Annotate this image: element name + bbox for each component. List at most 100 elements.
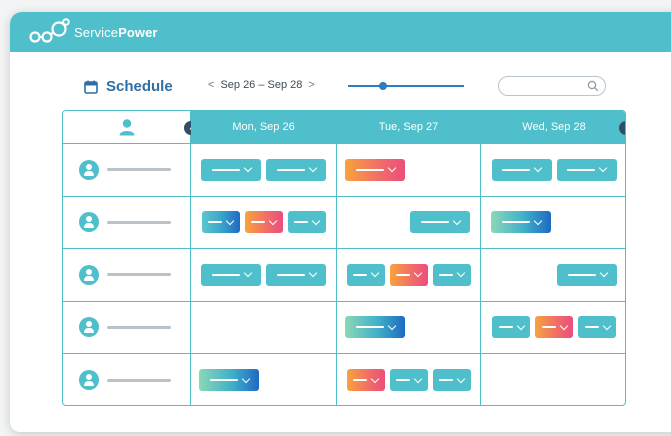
user-avatar-icon [79,264,99,285]
job-dropdown[interactable] [535,316,573,339]
job-dropdown[interactable] [410,211,470,234]
job-dropdown[interactable] [201,263,261,286]
job-label-placeholder [211,273,240,276]
app-header: ServicePower [10,12,671,52]
schedule-cell-wed[interactable] [481,197,625,249]
job-label-placeholder [439,379,453,382]
resource-row-header [63,354,191,405]
next-day-button[interactable]: › [619,121,625,135]
brand-name-bold: Power [118,24,158,40]
user-avatar-icon [79,317,99,338]
calendar-icon [84,80,98,94]
resource-name-placeholder [107,325,171,329]
job-dropdown[interactable] [556,158,617,181]
zoom-slider-handle[interactable] [378,82,387,90]
job-dropdown[interactable] [432,369,471,392]
job-dropdown[interactable] [346,369,385,392]
schedule-cell-wed[interactable] [481,144,625,197]
job-label-placeholder [420,221,449,224]
job-label-placeholder [251,221,265,224]
chevron-down-icon [308,269,317,278]
job-dropdown[interactable] [492,316,530,339]
column-header-wed: Wed, Sep 28 › [481,111,625,144]
job-dropdown[interactable] [201,158,261,181]
job-dropdown[interactable] [491,211,551,234]
user-avatar-icon [79,370,99,391]
column-header-mon: Mon, Sep 26 [191,111,337,144]
job-dropdown[interactable] [346,263,385,286]
job-label-placeholder [502,168,530,171]
resource-name-placeholder [107,273,171,277]
job-label-placeholder [209,379,238,382]
schedule-cell-tue[interactable] [337,354,481,405]
servicepower-logo-icon [28,17,72,47]
chevron-down-icon [413,374,423,383]
job-label-placeholder [567,168,595,171]
schedule-cell-tue[interactable] [337,144,481,197]
chevron-down-icon [243,164,252,173]
job-dropdown[interactable] [345,158,405,181]
column-header-tue: Tue, Sep 27 [337,111,481,144]
schedule-cell-mon[interactable] [191,144,337,197]
schedule-cell-tue[interactable] [337,196,481,249]
job-label-placeholder [501,221,530,224]
user-avatar-icon [79,159,99,180]
job-dropdown[interactable] [491,158,552,181]
chevron-down-icon [456,374,466,383]
job-label-placeholder [294,221,308,224]
date-range-label: Sep 26 – Sep 28 [220,79,303,91]
chevron-down-icon [311,216,321,225]
brand-name: ServicePower [74,25,158,40]
schedule-cell-tue[interactable] [337,301,481,354]
resource-row-header [63,249,191,302]
brand-name-light: Service [74,24,119,40]
schedule-cell-mon[interactable] [191,301,337,354]
user-avatar-icon [79,212,99,233]
page-title: Schedule [84,78,173,95]
schedule-cell-wed[interactable] [481,302,625,354]
schedule-grid: ‹ Mon, Sep 26 Tue, Sep 27 Wed, Sep 28 › [62,110,626,406]
job-dropdown[interactable] [345,316,405,339]
chevron-down-icon [602,321,611,330]
job-label-placeholder [211,168,240,171]
schedule-cell-mon[interactable] [191,249,337,302]
search-icon [587,80,599,92]
job-dropdown[interactable] [432,263,471,286]
chevron-down-icon [308,164,317,173]
schedule-cell-wed[interactable] [481,249,625,302]
chevron-down-icon [370,269,380,278]
chevron-down-icon [598,164,608,173]
job-dropdown[interactable] [389,369,428,392]
search-input[interactable] [498,76,606,96]
schedule-cell-tue[interactable] [337,249,481,302]
job-dropdown[interactable] [389,263,428,286]
chevron-down-icon [413,269,423,278]
resource-row-header [63,144,191,197]
job-dropdown[interactable] [201,211,240,234]
job-dropdown[interactable] [557,263,617,286]
schedule-cell-wed[interactable] [481,354,625,405]
next-range-button[interactable]: > [308,79,314,91]
resource-row-header [63,196,191,249]
job-dropdown[interactable] [266,158,326,181]
job-dropdown[interactable] [244,211,283,234]
resource-name-placeholder [107,378,171,382]
date-range-nav: < Sep 26 – Sep 28 > [208,79,315,91]
resource-name-placeholder [107,220,171,224]
job-dropdown[interactable] [287,211,326,234]
chevron-down-icon [243,269,252,278]
job-dropdown[interactable] [199,369,259,392]
prev-range-button[interactable]: < [208,79,214,91]
app-window: ServicePower Schedule < Sep 26 – Sep 28 … [10,12,671,432]
job-label-placeholder [353,379,367,382]
job-dropdown[interactable] [578,316,616,339]
job-label-placeholder [498,326,513,329]
schedule-cell-mon[interactable] [191,354,337,405]
zoom-slider[interactable] [348,82,464,90]
schedule-cell-mon[interactable] [191,196,337,249]
job-label-placeholder [541,326,556,329]
resource-column-header: ‹ [63,111,198,144]
job-label-placeholder [396,379,410,382]
job-label-placeholder [396,273,410,276]
job-dropdown[interactable] [266,263,326,286]
